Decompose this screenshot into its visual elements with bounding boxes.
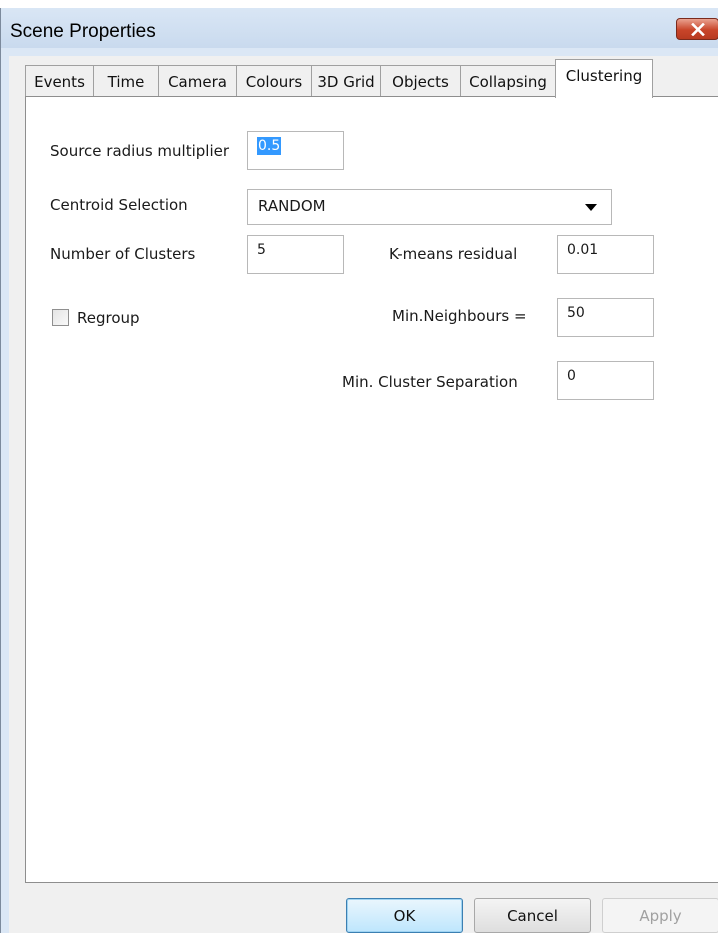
chevron-down-icon [585, 204, 597, 211]
apply-button[interactable]: Apply [602, 898, 718, 933]
centroid-selection-dropdown[interactable]: RANDOM [247, 189, 612, 225]
tab-3d-grid[interactable]: 3D Grid [311, 65, 381, 97]
tab-time[interactable]: Time [93, 65, 159, 97]
dialog-client-area: Events Time Camera Colours 3D Grid Objec… [9, 56, 718, 933]
min-cluster-separation-label: Min. Cluster Separation [342, 373, 518, 391]
source-radius-label: Source radius multiplier [50, 142, 230, 160]
clustering-panel: Source radius multiplier 0.5 Centroid Se… [25, 96, 718, 883]
close-button[interactable] [676, 18, 718, 40]
centroid-selection-label: Centroid Selection [50, 196, 188, 214]
window-title: Scene Properties [10, 21, 156, 42]
kmeans-residual-input[interactable]: 0.01 [557, 235, 654, 274]
tab-events[interactable]: Events [25, 65, 94, 97]
ok-button[interactable]: OK [346, 898, 463, 933]
num-clusters-label: Number of Clusters [50, 245, 196, 263]
min-cluster-separation-input[interactable]: 0 [557, 361, 654, 400]
num-clusters-input[interactable]: 5 [247, 235, 344, 274]
tab-colours[interactable]: Colours [236, 65, 312, 97]
close-icon [690, 22, 705, 36]
tab-camera[interactable]: Camera [158, 65, 237, 97]
regroup-checkbox[interactable] [52, 309, 69, 326]
tab-objects[interactable]: Objects [380, 65, 461, 97]
min-neighbours-input[interactable]: 50 [557, 298, 654, 337]
tab-collapsing[interactable]: Collapsing [460, 65, 556, 97]
title-bar[interactable]: Scene Properties [1, 8, 718, 48]
min-neighbours-label: Min.Neighbours = [392, 307, 527, 325]
tab-clustering[interactable]: Clustering [555, 59, 653, 98]
source-radius-input[interactable]: 0.5 [247, 131, 344, 170]
cancel-button[interactable]: Cancel [474, 898, 591, 933]
kmeans-residual-label: K-means residual [389, 245, 518, 263]
regroup-label[interactable]: Regroup [77, 309, 140, 327]
scene-properties-window: Scene Properties Events Time Camera Colo… [0, 8, 718, 933]
